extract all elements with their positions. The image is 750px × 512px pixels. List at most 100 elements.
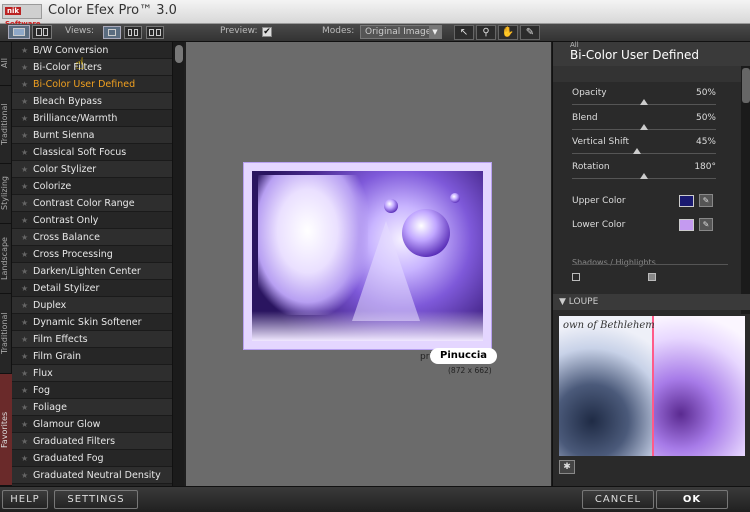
- tab-traditional[interactable]: Traditional: [0, 86, 12, 164]
- param-slider[interactable]: [572, 148, 716, 154]
- filter-item[interactable]: ★ Flux: [12, 365, 172, 382]
- hand-icon[interactable]: ✋: [498, 25, 518, 40]
- favorite-star-icon[interactable]: ★: [21, 348, 28, 365]
- filter-item[interactable]: ★ Brilliance/Warmth: [12, 110, 172, 127]
- favorite-star-icon[interactable]: ★: [21, 144, 28, 161]
- favorite-star-icon[interactable]: ★: [21, 382, 28, 399]
- loupe-view[interactable]: own of Bethlehem: [559, 316, 745, 456]
- filter-item[interactable]: ★ Bleach Bypass: [12, 93, 172, 110]
- favorite-star-icon[interactable]: ★: [21, 365, 28, 382]
- view-full-button[interactable]: [103, 26, 121, 39]
- filter-item[interactable]: ★ Graduated Filters: [12, 433, 172, 450]
- filter-item[interactable]: ★ Film Grain: [12, 348, 172, 365]
- filter-item[interactable]: ★ Contrast Color Range: [12, 195, 172, 212]
- settings-button[interactable]: SETTINGS: [54, 490, 138, 509]
- favorite-star-icon[interactable]: ★: [21, 127, 28, 144]
- filter-item-label: Graduated Filters: [33, 436, 116, 447]
- preview-checkbox[interactable]: ✔: [262, 27, 272, 37]
- pointer-icon[interactable]: ↖: [454, 25, 474, 40]
- lower-color-swatch[interactable]: [679, 219, 694, 231]
- view-side-button[interactable]: [146, 26, 164, 39]
- filter-item[interactable]: ★ Graduated Fog: [12, 450, 172, 467]
- favorite-star-icon[interactable]: ★: [21, 416, 28, 433]
- filter-item-label: Cross Balance: [33, 232, 100, 243]
- favorite-star-icon[interactable]: ★: [21, 433, 28, 450]
- split-view-button[interactable]: [32, 25, 52, 39]
- loupe-header[interactable]: ▼ LOUPE: [553, 294, 750, 310]
- favorite-star-icon[interactable]: ★: [21, 161, 28, 178]
- filter-item[interactable]: ★ Dynamic Skin Softener: [12, 314, 172, 331]
- ok-button[interactable]: OK: [656, 490, 728, 509]
- favorite-star-icon[interactable]: ★: [21, 110, 28, 127]
- favorite-star-icon[interactable]: ★: [21, 450, 28, 467]
- view-split-button[interactable]: [124, 26, 142, 39]
- lower-color-picker-icon[interactable]: ✎: [699, 218, 713, 231]
- filter-item[interactable]: ★ Fog: [12, 382, 172, 399]
- favorite-star-icon[interactable]: ★: [21, 229, 28, 246]
- filter-item[interactable]: ★ Graduated Neutral Density: [12, 467, 172, 484]
- zoom-icon[interactable]: ⚲: [476, 25, 496, 40]
- favorite-star-icon[interactable]: ★: [21, 42, 28, 59]
- filter-item[interactable]: ★ Glamour Glow: [12, 416, 172, 433]
- panel-scrollbar[interactable]: [741, 66, 750, 314]
- filter-list-scrollbar[interactable]: [172, 42, 184, 486]
- loupe-split-line[interactable]: [652, 316, 654, 456]
- filter-item[interactable]: ★ Film Effects: [12, 331, 172, 348]
- filter-item[interactable]: ★ Cross Processing: [12, 246, 172, 263]
- modes-select[interactable]: Original Image ▼: [360, 25, 442, 39]
- shadows-toggle[interactable]: [572, 273, 580, 281]
- highlights-toggle[interactable]: [648, 273, 656, 281]
- cancel-button[interactable]: CANCEL: [582, 490, 654, 509]
- filter-item[interactable]: ★ Darken/Lighten Center: [12, 263, 172, 280]
- favorite-star-icon[interactable]: ★: [21, 399, 28, 416]
- filter-item[interactable]: ★ Detail Stylizer: [12, 280, 172, 297]
- favorite-star-icon[interactable]: ★: [21, 297, 28, 314]
- filter-item[interactable]: ★ Classical Soft Focus: [12, 144, 172, 161]
- favorite-star-icon[interactable]: ★: [21, 59, 28, 76]
- single-view-button[interactable]: [8, 25, 30, 39]
- filter-item[interactable]: ★ Colorize: [12, 178, 172, 195]
- preview-image[interactable]: [244, 163, 491, 349]
- param-slider[interactable]: [572, 99, 716, 105]
- filter-item[interactable]: ★ Cross Balance: [12, 229, 172, 246]
- tab-landscape[interactable]: Landscape: [0, 224, 12, 294]
- panel-scrollbar-thumb[interactable]: [742, 68, 750, 103]
- upper-color-swatch[interactable]: [679, 195, 694, 207]
- favorite-star-icon[interactable]: ★: [21, 314, 28, 331]
- tab-traditional-2[interactable]: Traditional: [0, 294, 12, 374]
- help-button[interactable]: HELP: [2, 490, 48, 509]
- filter-item[interactable]: ★ Foliage: [12, 399, 172, 416]
- favorite-star-icon[interactable]: ★: [21, 195, 28, 212]
- favorite-star-icon[interactable]: ★: [21, 246, 28, 263]
- filter-item[interactable]: ★ Color Stylizer: [12, 161, 172, 178]
- tab-all[interactable]: All: [0, 42, 12, 86]
- slider-thumb[interactable]: [632, 148, 641, 154]
- filter-item[interactable]: ★ B/W Conversion: [12, 42, 172, 59]
- favorite-star-icon[interactable]: ★: [21, 76, 28, 93]
- favorite-star-icon[interactable]: ★: [21, 178, 28, 195]
- param-slider[interactable]: [572, 172, 716, 179]
- upper-color-picker-icon[interactable]: ✎: [699, 194, 713, 207]
- slider-thumb[interactable]: [640, 99, 648, 105]
- favorite-star-icon[interactable]: ★: [21, 263, 28, 280]
- favorite-star-icon[interactable]: ★: [21, 467, 28, 484]
- eyedropper-icon[interactable]: ✎: [520, 25, 540, 40]
- pin-icon[interactable]: ✱: [559, 460, 575, 474]
- filter-item-label: Cross Processing: [33, 249, 113, 260]
- favorite-star-icon[interactable]: ★: [21, 331, 28, 348]
- slider-thumb[interactable]: [640, 123, 648, 130]
- filter-item[interactable]: ★ Bi-Color Filters: [12, 59, 172, 76]
- scrollbar-thumb[interactable]: [175, 45, 183, 63]
- tab-favorites[interactable]: Favorites: [0, 374, 12, 486]
- param-slider[interactable]: [572, 123, 716, 130]
- filter-item[interactable]: ★ Duplex: [12, 297, 172, 314]
- tab-stylizing[interactable]: Stylizing: [0, 164, 12, 224]
- filter-item[interactable]: ★ Bi-Color User Defined: [12, 76, 172, 93]
- filter-item[interactable]: ★ Contrast Only: [12, 212, 172, 229]
- loupe-original: [559, 316, 653, 456]
- favorite-star-icon[interactable]: ★: [21, 93, 28, 110]
- slider-thumb[interactable]: [640, 172, 648, 179]
- favorite-star-icon[interactable]: ★: [21, 212, 28, 229]
- filter-item[interactable]: ★ Burnt Sienna: [12, 127, 172, 144]
- favorite-star-icon[interactable]: ★: [21, 280, 28, 297]
